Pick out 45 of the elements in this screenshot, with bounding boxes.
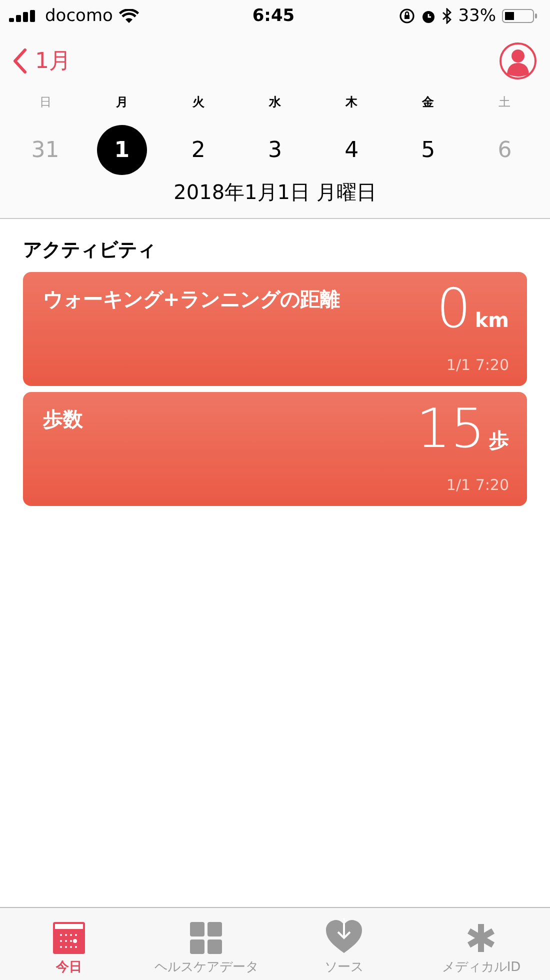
- carrier-name: docomo: [45, 6, 113, 26]
- grid-icon: [190, 922, 222, 954]
- weekday-label: 火: [192, 94, 204, 111]
- date-title: 2018年1月1日 月曜日: [174, 179, 376, 206]
- day-button[interactable]: 5: [403, 125, 454, 175]
- profile-icon[interactable]: [499, 42, 537, 80]
- asterisk-icon: [465, 922, 498, 954]
- day-button[interactable]: 31: [20, 125, 70, 175]
- day-button[interactable]: 2: [173, 125, 224, 175]
- weekday-label: 木: [346, 94, 358, 111]
- card-unit: km: [474, 308, 509, 332]
- clock-time: 6:45: [252, 6, 295, 26]
- tab-item[interactable]: 今日: [0, 908, 138, 980]
- heart-arrow-icon: [324, 918, 363, 954]
- card-time: 1/1 7:20: [446, 476, 509, 494]
- bluetooth-icon: [442, 8, 452, 24]
- tab-item[interactable]: ソース: [275, 908, 412, 980]
- weekday-label: 水: [268, 94, 281, 111]
- card-time: 1/1 7:20: [446, 356, 509, 374]
- activity-card[interactable]: 歩数 15 歩 1/1 7:20: [23, 392, 527, 506]
- rotation-lock-icon: [399, 8, 416, 24]
- card-value: 0: [436, 282, 471, 336]
- tab-item[interactable]: メディカルID: [412, 908, 550, 980]
- day-button[interactable]: 6: [480, 125, 530, 175]
- weekday-label: 月: [116, 94, 128, 111]
- tab-item[interactable]: ヘルスケアデータ: [138, 908, 275, 980]
- weekday-label: 金: [422, 94, 434, 111]
- activity-card[interactable]: ウォーキング+ランニングの距離 0 km 1/1 7:20: [23, 272, 527, 386]
- day-button[interactable]: 4: [326, 125, 377, 175]
- weekday-label: 土: [498, 94, 511, 111]
- calendar-icon: [52, 922, 85, 954]
- wifi-icon: [118, 9, 139, 23]
- battery-icon: [502, 9, 538, 23]
- battery-percent: 33%: [458, 6, 496, 26]
- day-button[interactable]: 1: [96, 125, 147, 175]
- card-title: 歩数: [43, 406, 83, 433]
- section-title: アクティビティ: [23, 238, 156, 263]
- alarm-icon: [421, 8, 436, 24]
- day-button[interactable]: 3: [250, 125, 300, 175]
- back-button[interactable]: 1月: [13, 46, 71, 76]
- card-title: ウォーキング+ランニングの距離: [43, 286, 340, 313]
- chevron-left-icon: [13, 48, 27, 74]
- card-value: 15: [416, 402, 485, 456]
- card-unit: 歩: [489, 427, 509, 454]
- weekday-label: 日: [39, 94, 52, 111]
